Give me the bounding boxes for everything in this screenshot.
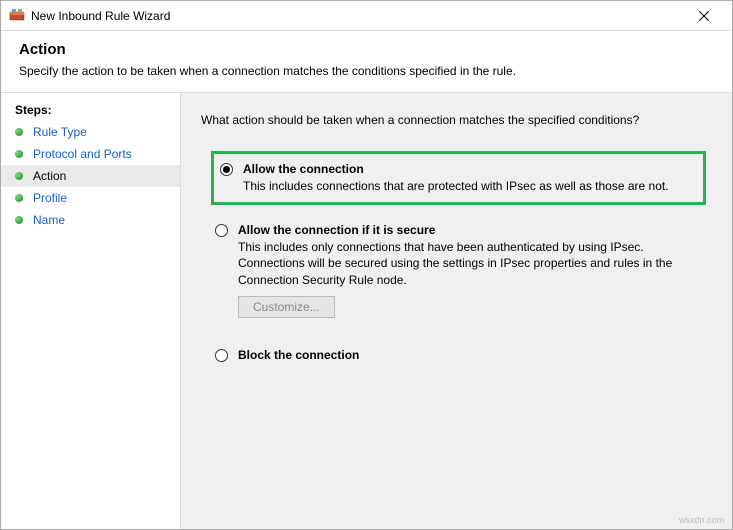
options-group: Allow the connection This includes conne… [201, 151, 706, 370]
step-label: Profile [33, 191, 67, 205]
option-label: Allow the connection if it is secure [238, 223, 702, 237]
page-title: Action [19, 41, 714, 58]
close-icon [699, 11, 709, 21]
step-label: Protocol and Ports [33, 147, 132, 161]
step-label: Rule Type [33, 125, 87, 139]
radio-block[interactable] [215, 349, 228, 362]
option-description: This includes connections that are prote… [243, 178, 697, 194]
question-text: What action should be taken when a conne… [201, 113, 706, 127]
step-name[interactable]: Name [1, 209, 180, 231]
wizard-window: New Inbound Rule Wizard Action Specify t… [0, 0, 733, 530]
radio-allow[interactable] [220, 163, 233, 176]
step-bullet-icon [15, 172, 23, 180]
app-icon [9, 8, 25, 24]
option-label: Allow the connection [243, 162, 697, 176]
step-bullet-icon [15, 194, 23, 202]
option-allow-connection[interactable]: Allow the connection This includes conne… [211, 151, 706, 205]
option-block-connection[interactable]: Block the connection [211, 342, 706, 370]
steps-heading: Steps: [1, 99, 180, 121]
wizard-body: Steps: Rule Type Protocol and Ports Acti… [1, 93, 732, 529]
step-action[interactable]: Action [1, 165, 180, 187]
step-label: Action [33, 169, 66, 183]
option-body: Allow the connection if it is secure Thi… [238, 223, 702, 318]
step-rule-type[interactable]: Rule Type [1, 121, 180, 143]
wizard-header: Action Specify the action to be taken wh… [1, 31, 732, 93]
option-label: Block the connection [238, 348, 702, 362]
main-panel: What action should be taken when a conne… [181, 93, 732, 529]
close-button[interactable] [684, 2, 724, 30]
step-label: Name [33, 213, 65, 227]
step-bullet-icon [15, 216, 23, 224]
customize-button: Customize... [238, 296, 335, 318]
steps-sidebar: Steps: Rule Type Protocol and Ports Acti… [1, 93, 181, 529]
step-bullet-icon [15, 150, 23, 158]
window-title: New Inbound Rule Wizard [31, 9, 684, 23]
option-body: Block the connection [238, 348, 702, 364]
titlebar: New Inbound Rule Wizard [1, 1, 732, 31]
option-body: Allow the connection This includes conne… [243, 162, 697, 194]
option-description: This includes only connections that have… [238, 239, 702, 288]
step-bullet-icon [15, 128, 23, 136]
page-description: Specify the action to be taken when a co… [19, 64, 714, 78]
watermark-text: wsxdn.com [679, 515, 724, 525]
radio-allow-secure[interactable] [215, 224, 228, 237]
option-allow-if-secure[interactable]: Allow the connection if it is secure Thi… [211, 217, 706, 324]
step-profile[interactable]: Profile [1, 187, 180, 209]
step-protocol-and-ports[interactable]: Protocol and Ports [1, 143, 180, 165]
